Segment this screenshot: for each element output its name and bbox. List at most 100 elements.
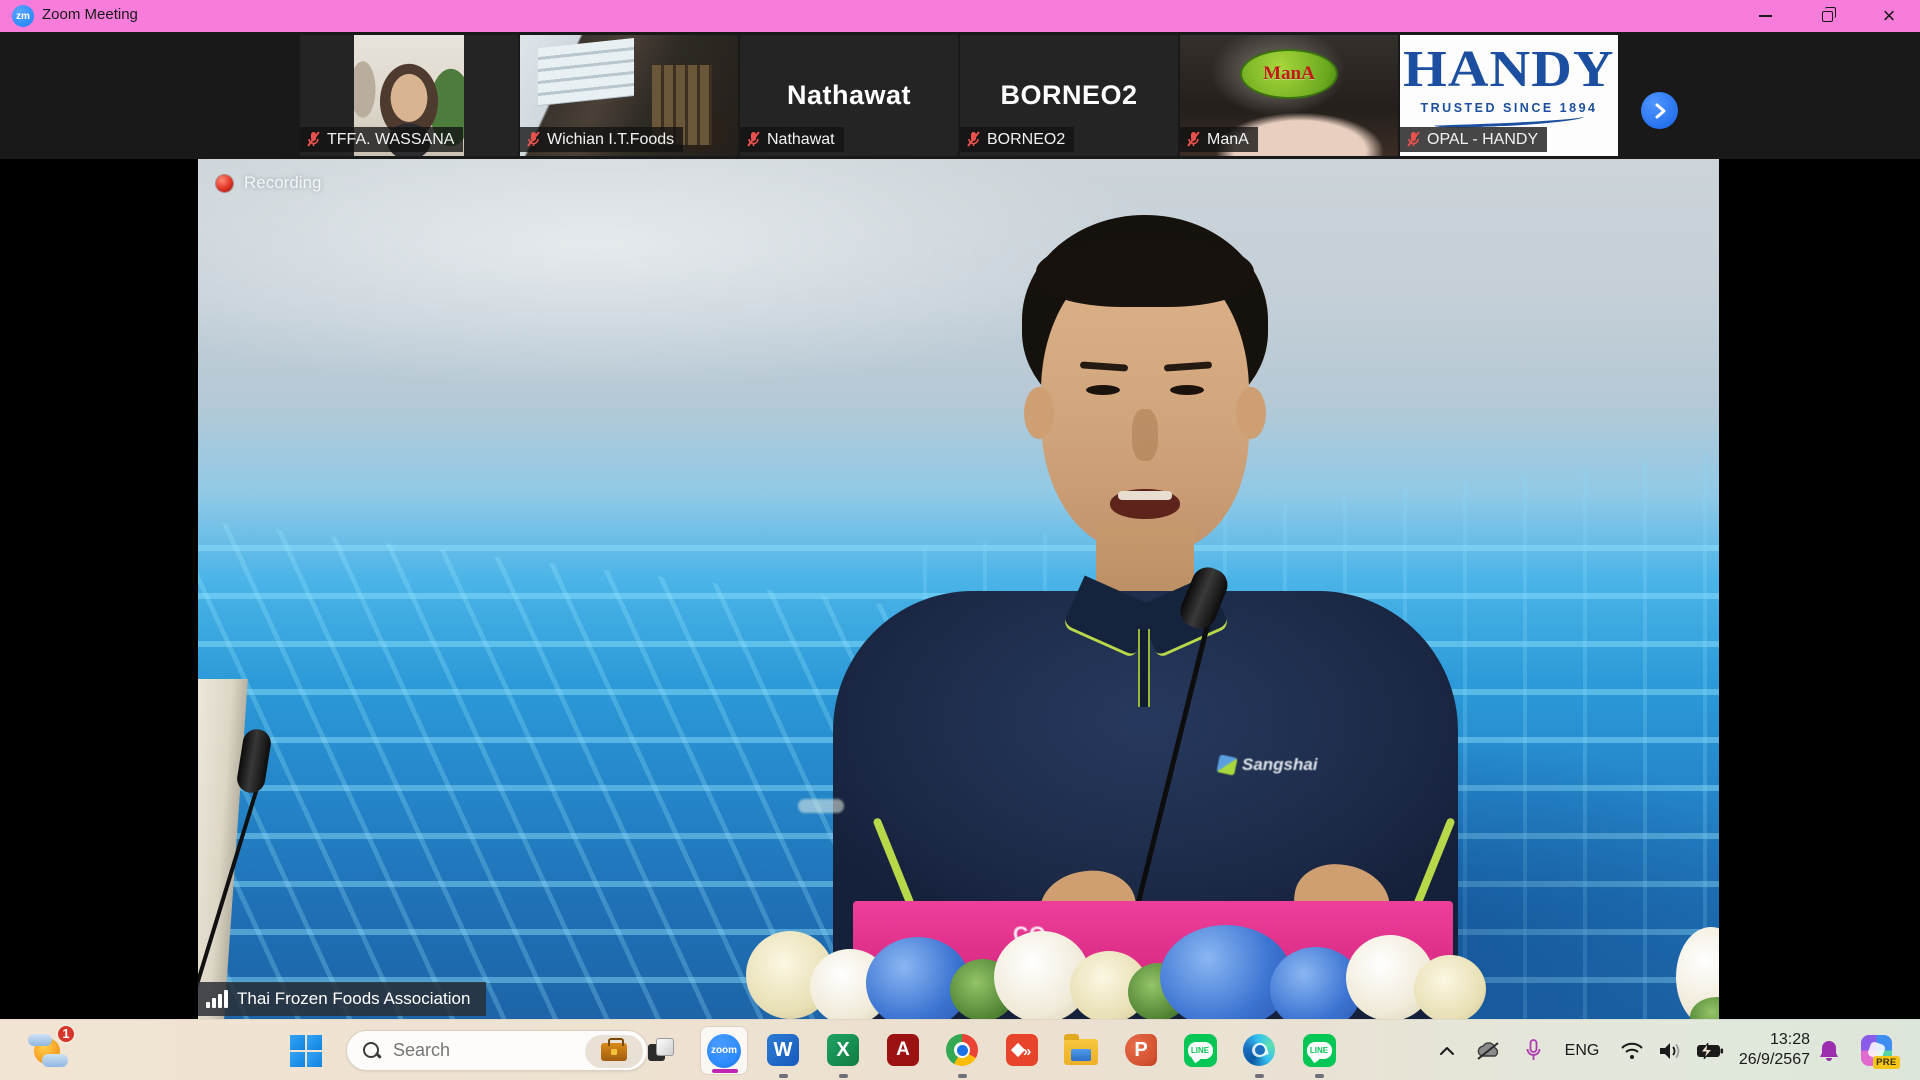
- speaker-icon: [1658, 1041, 1682, 1061]
- signal-bars-icon: [206, 990, 228, 1008]
- participant-tile-wichian[interactable]: Wichian I.T.Foods: [520, 35, 738, 156]
- active-app-indicator: [712, 1069, 738, 1073]
- notification-count-badge: 1: [56, 1024, 76, 1044]
- chrome-app-button[interactable]: [942, 1030, 982, 1070]
- tray-time: 13:28: [1739, 1030, 1810, 1050]
- speaker-ear: [1024, 387, 1054, 439]
- word-app-button[interactable]: W: [763, 1030, 803, 1070]
- cloud-offline-icon: [1475, 1041, 1501, 1061]
- onedrive-tray-button[interactable]: [1470, 1020, 1506, 1080]
- tray-date: 26/9/2567: [1739, 1050, 1810, 1070]
- folder-icon: [1064, 1039, 1098, 1065]
- speaker-ear: [1236, 387, 1266, 439]
- participant-tile-opal-handy[interactable]: HANDY TRUSTED SINCE 1894 OPAL - HANDY: [1400, 35, 1618, 156]
- speaker-nose: [1132, 409, 1158, 461]
- window-title: Zoom Meeting: [42, 6, 138, 23]
- speaker-person: Sangshai: [198, 159, 1719, 1019]
- running-indicator: [958, 1074, 967, 1078]
- chest-logo-left: [798, 799, 844, 813]
- running-indicator: [839, 1074, 848, 1078]
- muted-mic-icon: [1186, 131, 1201, 148]
- line-icon: LINE: [1303, 1034, 1336, 1067]
- recording-dot-icon: [216, 175, 233, 192]
- next-participants-button[interactable]: [1641, 92, 1678, 129]
- participant-name-label: ManA: [1180, 127, 1258, 152]
- powerpoint-icon: P: [1125, 1034, 1157, 1066]
- microphone-icon: [1525, 1039, 1542, 1063]
- muted-mic-icon: [966, 131, 981, 148]
- participant-name-label: BORNEO2: [960, 127, 1074, 152]
- clock-tray-button[interactable]: 13:28 26/9/2567: [1739, 1030, 1810, 1070]
- close-icon: ×: [1883, 6, 1896, 26]
- edge-app-button[interactable]: [1239, 1030, 1279, 1070]
- excel-app-button[interactable]: X: [823, 1030, 863, 1070]
- file-explorer-button[interactable]: [1061, 1030, 1101, 1070]
- copilot-button[interactable]: PRE: [1852, 1020, 1900, 1080]
- battery-tray-button[interactable]: [1690, 1020, 1730, 1080]
- participant-tile-borneo2[interactable]: BORNEO2 BORNEO2: [960, 35, 1178, 156]
- speaker-name-label: Thai Frozen Foods Association: [198, 982, 486, 1016]
- muted-mic-icon: [746, 131, 761, 148]
- line2-app-button[interactable]: LINE: [1299, 1030, 1339, 1070]
- main-speaker-video[interactable]: Sangshai CO Recording: [198, 159, 1719, 1019]
- close-button[interactable]: ×: [1858, 0, 1920, 32]
- notifications-button[interactable]: [1812, 1020, 1846, 1080]
- battery-charging-icon: [1696, 1043, 1724, 1059]
- participant-tile-mana[interactable]: ManA ManA: [1180, 35, 1398, 156]
- polo-placket: [1138, 629, 1150, 707]
- participant-name-label: OPAL - HANDY: [1400, 127, 1547, 152]
- restore-button[interactable]: [1796, 0, 1858, 32]
- restore-icon: [1822, 11, 1833, 22]
- volume-tray-button[interactable]: [1652, 1020, 1688, 1080]
- zoom-app-icon: zm: [12, 5, 34, 27]
- shirt-logo-mark: [1216, 754, 1237, 775]
- speaker-hair-fringe: [1036, 237, 1254, 307]
- copilot-icon: PRE: [1861, 1035, 1892, 1066]
- zoom-meeting-window: zm Zoom Meeting × TFFA. WASSANA: [0, 0, 1920, 1080]
- participant-tile-wassana[interactable]: TFFA. WASSANA: [300, 35, 518, 156]
- muted-mic-icon: [306, 131, 321, 148]
- red-share-app-button[interactable]: »: [1002, 1030, 1042, 1070]
- microphone-tray-button[interactable]: [1516, 1020, 1550, 1080]
- chevron-up-icon: [1439, 1046, 1455, 1056]
- search-highlight-pill: [585, 1035, 643, 1068]
- search-icon: [362, 1041, 382, 1061]
- acrobat-app-button[interactable]: A: [883, 1030, 923, 1070]
- line-icon: LINE: [1184, 1034, 1217, 1067]
- mana-logo: ManA: [1240, 49, 1338, 99]
- running-indicator: [1255, 1074, 1264, 1078]
- windows-logo-icon: [290, 1035, 322, 1067]
- chrome-icon: [946, 1034, 978, 1066]
- muted-mic-icon: [1406, 131, 1421, 148]
- language-indicator[interactable]: ENG: [1560, 1020, 1604, 1080]
- minimize-button[interactable]: [1734, 0, 1796, 32]
- bell-icon: [1818, 1039, 1840, 1063]
- acrobat-icon: A: [887, 1034, 919, 1066]
- diamond-arrows-icon: »: [1006, 1034, 1038, 1066]
- tray-overflow-button[interactable]: [1432, 1020, 1462, 1080]
- zoom-app-button-active[interactable]: zoom: [700, 1026, 748, 1075]
- recording-indicator: Recording: [216, 173, 322, 193]
- speaker-teeth: [1118, 491, 1172, 500]
- line-app-button[interactable]: LINE: [1180, 1030, 1220, 1070]
- participant-tile-nathawat[interactable]: Nathawat Nathawat: [740, 35, 958, 156]
- speaker-eye: [1170, 385, 1204, 395]
- windows-taskbar: 1 zoom W X A: [0, 1019, 1920, 1080]
- zoom-icon: zoom: [707, 1034, 741, 1068]
- start-button[interactable]: [288, 1033, 324, 1069]
- flower: [1414, 955, 1486, 1019]
- participant-name-label: TFFA. WASSANA: [300, 127, 463, 152]
- running-indicator: [779, 1074, 788, 1078]
- speaker-eye: [1086, 385, 1120, 395]
- search-input[interactable]: [391, 1039, 561, 1062]
- cloud-icon: [42, 1054, 68, 1067]
- copilot-pre-badge: PRE: [1873, 1056, 1899, 1069]
- muted-mic-icon: [526, 131, 541, 148]
- running-indicator: [1315, 1074, 1324, 1078]
- task-view-button[interactable]: [641, 1030, 681, 1070]
- wifi-tray-button[interactable]: [1614, 1020, 1650, 1080]
- taskbar-search[interactable]: [346, 1030, 648, 1071]
- participant-name-label: Wichian I.T.Foods: [520, 127, 683, 152]
- powerpoint-app-button[interactable]: P: [1121, 1030, 1161, 1070]
- weather-widget-button[interactable]: 1: [26, 1030, 72, 1072]
